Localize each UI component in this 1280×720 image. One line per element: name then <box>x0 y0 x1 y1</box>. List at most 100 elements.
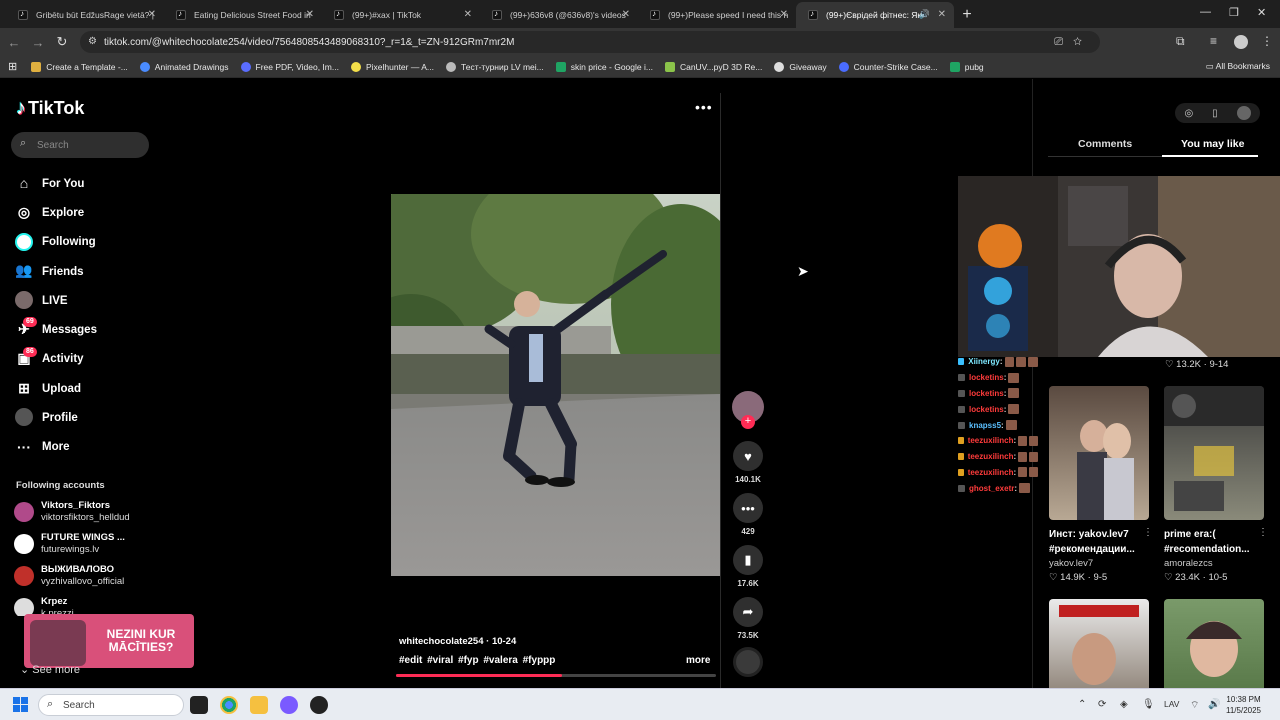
close-tab-icon[interactable]: ✕ <box>938 9 946 20</box>
bookmark-item[interactable]: Giveaway <box>774 61 827 72</box>
sidebar-item-for-you[interactable]: ⌂ For You <box>14 169 154 198</box>
network-icon[interactable]: ◈ <box>1120 699 1128 710</box>
back-icon[interactable]: ← <box>2 35 26 50</box>
suggested-video-card[interactable]: Инст: yakov.lev7 #рекомендации... yakov.… <box>1049 386 1153 583</box>
wifi-icon[interactable]: ⌔ <box>1190 699 1199 712</box>
share-button[interactable]: ➦ 73.5K <box>732 597 764 640</box>
sidebar-item-more[interactable]: ··· More <box>14 433 154 462</box>
close-tab-icon[interactable]: ✕ <box>148 9 156 20</box>
reload-icon[interactable]: ↻ <box>50 34 74 50</box>
volume-icon[interactable]: 🔊 <box>1208 699 1220 710</box>
tiktok-logo[interactable]: ♪ TikTok <box>16 97 84 120</box>
following-account[interactable]: FUTURE WINGS ... futurewings.lv <box>14 530 154 558</box>
browser-tab[interactable]: Eating Delicious Street Food in✕ <box>164 2 322 28</box>
tray-app-icon[interactable]: ⟳ <box>1098 699 1106 710</box>
bookmark-item[interactable]: CanUV...pyD 3D Re... <box>664 61 762 72</box>
sidebar-item-live[interactable]: LIVE <box>14 286 154 315</box>
discord-icon[interactable] <box>280 696 298 714</box>
file-explorer-icon[interactable] <box>250 696 268 714</box>
windows-start-icon[interactable] <box>13 697 29 713</box>
phone-icon[interactable]: ▯ <box>1212 108 1218 119</box>
close-tab-icon[interactable]: ✕ <box>464 9 472 20</box>
close-tab-icon[interactable]: ✕ <box>306 9 314 20</box>
card-menu-icon[interactable]: ⋮ <box>1258 527 1268 538</box>
suggested-video-card[interactable]: prime era:( #recomendation... amoralezcs… <box>1164 386 1268 583</box>
chat-username: teezuxilinch <box>967 467 1014 477</box>
compass-icon[interactable]: ◎ <box>1184 108 1193 119</box>
tab-you-may-like[interactable]: You may like <box>1181 138 1244 150</box>
apps-grid-icon[interactable]: ⊞ <box>8 60 17 73</box>
user-avatar[interactable] <box>1236 106 1251 120</box>
browser-tab[interactable]: (99+)636v8 (@636v8)'s videos✕ <box>480 2 638 28</box>
browser-tab[interactable]: Gribētu būt EdžusRage vietā? |✕ <box>6 2 164 28</box>
more-options-icon[interactable]: ••• <box>695 99 713 115</box>
close-tab-icon[interactable]: ✕ <box>780 9 788 20</box>
language-indicator[interactable]: LAV <box>1164 699 1179 709</box>
bookmark-item[interactable]: Create a Template -... <box>31 61 128 72</box>
new-tab-button[interactable]: + <box>954 2 980 28</box>
maximize-icon[interactable]: ❐ <box>1229 6 1239 19</box>
browser-tab[interactable]: (99+)#xax | TikTok✕ <box>322 2 480 28</box>
suggested-video-card[interactable] <box>1164 599 1264 688</box>
search-input[interactable]: ⌕ Search <box>11 132 149 158</box>
music-disc-icon[interactable] <box>733 647 763 677</box>
comment-button[interactable]: ••• 429 <box>732 493 764 536</box>
right-panel <box>1032 79 1280 688</box>
play-icon: ♡ <box>1165 359 1177 370</box>
address-bar[interactable]: ⚙ tiktok.com/@whitechocolate254/video/75… <box>80 31 1100 53</box>
video-hashtags[interactable]: #edit #viral #fyp #valera #fyppp <box>399 655 555 666</box>
bookmark-item[interactable]: Counter-Strike Case... <box>838 61 938 72</box>
sidebar-item-friends[interactable]: 👥 Friends <box>14 257 154 286</box>
video-author-date[interactable]: whitechocolate254 · 10-24 <box>399 636 516 647</box>
close-window-icon[interactable]: ✕ <box>1257 6 1266 19</box>
following-account[interactable]: Viktors_Fiktors viktorsfiktors_helldud <box>14 498 154 526</box>
video-frame[interactable] <box>391 194 720 576</box>
sidebar-item-following[interactable]: Following <box>14 228 154 257</box>
microphone-icon[interactable]: 🎙 <box>1142 699 1155 710</box>
sidebar-item-explore[interactable]: ◎ Explore <box>14 198 154 227</box>
tray-chevron-icon[interactable]: ⌃ <box>1078 699 1086 710</box>
bookmark-star-icon[interactable]: ☆ <box>1073 36 1092 48</box>
sidebar-item-activity[interactable]: ▣ 86 Activity <box>14 345 154 374</box>
task-view-icon[interactable] <box>190 696 208 714</box>
save-button[interactable]: ▮ 17.6K <box>732 545 764 588</box>
follow-plus-icon[interactable]: + <box>741 415 755 429</box>
sidebar-item-messages[interactable]: ✈ 69 Messages <box>14 315 154 344</box>
media-controls-icon[interactable]: ≡ <box>1210 34 1217 48</box>
close-tab-icon[interactable]: ✕ <box>622 9 630 20</box>
extensions-icon[interactable]: ⧉ <box>1176 34 1185 49</box>
browser-tab-active[interactable]: (99+)Єврідей фітнес: Як к🔊✕ <box>796 2 954 28</box>
bookmark-item[interactable]: skin price - Google i... <box>555 61 653 72</box>
menu-kebab-icon[interactable]: ⋮ <box>1261 34 1273 48</box>
bookmark-item[interactable]: Pixelhunter — A... <box>350 61 434 72</box>
profile-avatar-icon[interactable] <box>1234 35 1248 49</box>
site-info-icon[interactable]: ⚙ <box>88 36 97 47</box>
minimize-icon[interactable]: — <box>1200 6 1211 18</box>
bookmark-item[interactable]: Тест-турнир LV mei... <box>446 61 544 72</box>
card-menu-icon[interactable]: ⋮ <box>1143 527 1153 538</box>
caption-more-button[interactable]: more <box>686 655 710 666</box>
bookmark-item[interactable]: pubg <box>949 61 984 72</box>
following-account[interactable]: Krpez k.prezzi <box>14 594 154 616</box>
following-account[interactable]: ВЫЖИВАЛОВО vyzhivallovo_official <box>14 562 154 590</box>
tab-comments[interactable]: Comments <box>1078 138 1132 150</box>
bookmark-item[interactable]: Free PDF, Video, Im... <box>240 61 339 72</box>
system-clock[interactable]: 10:38 PM 11/5/2025 <box>1226 694 1261 716</box>
chrome-icon[interactable] <box>220 696 238 714</box>
advertisement-banner[interactable]: NEZINI KUR MĀCĪTIES? <box>24 614 194 668</box>
browser-tab-bar: Gribētu būt EdžusRage vietā? |✕ Eating D… <box>0 0 1280 28</box>
taskbar-search[interactable]: ⌕ Search <box>38 694 184 716</box>
like-button[interactable]: ♥ 140.1K <box>732 441 764 484</box>
install-app-icon[interactable]: ⎚ <box>1054 36 1073 48</box>
forward-icon[interactable]: → <box>26 35 50 50</box>
all-bookmarks-button[interactable]: ▭ All Bookmarks <box>1206 61 1270 72</box>
bookmark-item[interactable]: Animated Drawings <box>139 61 229 72</box>
video-progress-bar[interactable] <box>396 674 716 677</box>
sidebar-item-profile[interactable]: Profile <box>14 403 154 432</box>
sidebar-item-upload[interactable]: ⊞ Upload <box>14 374 154 403</box>
suggested-video-card[interactable] <box>1049 599 1149 688</box>
see-more-button[interactable]: ⌄ See more <box>20 663 80 676</box>
speaker-icon[interactable]: 🔊 <box>919 9 930 20</box>
app-icon[interactable] <box>310 696 328 714</box>
browser-tab[interactable]: (99+)Please speed I need this n✕ <box>638 2 796 28</box>
